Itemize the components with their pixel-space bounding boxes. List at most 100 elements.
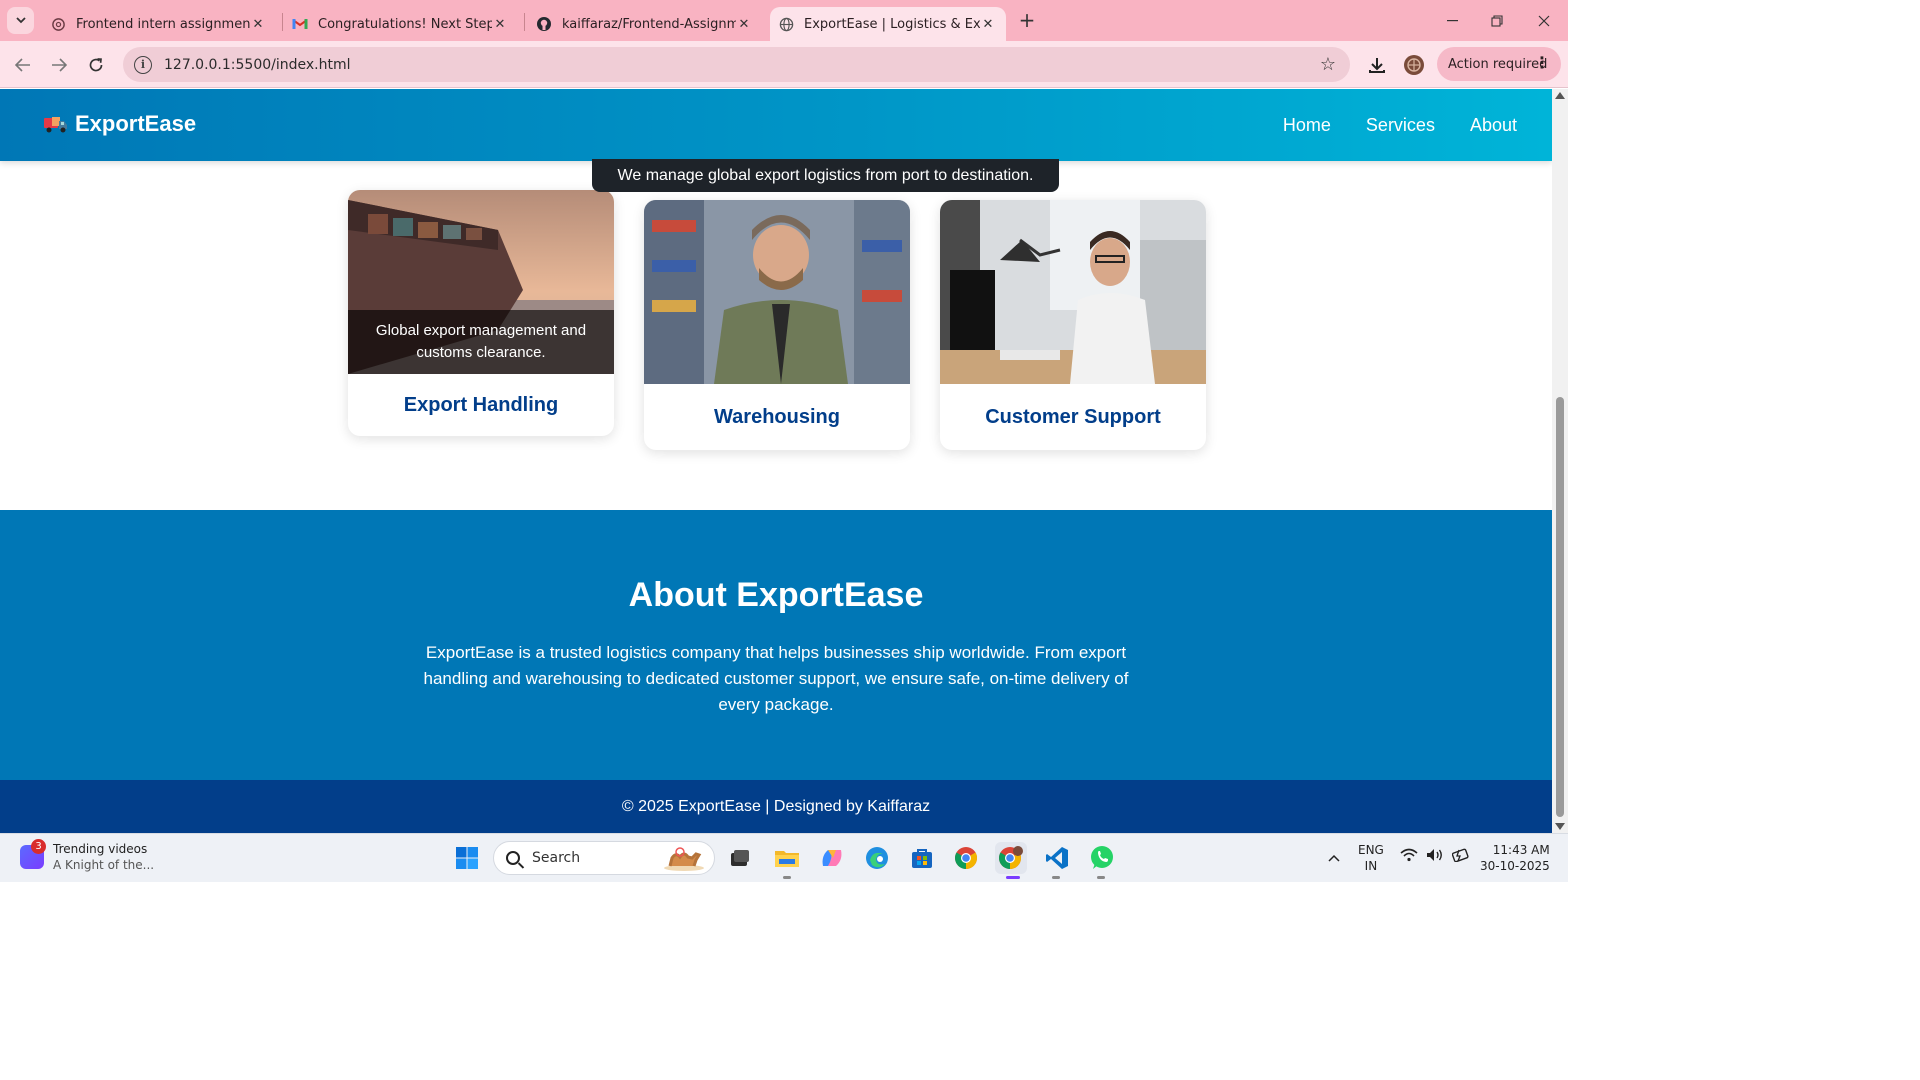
browser-tabstrip: Frontend intern assignment ✕ Congratulat… [0, 0, 1568, 41]
browser-toolbar: i 127.0.0.1:5500/index.html ☆ Action req… [0, 41, 1568, 88]
new-tab-button[interactable]: + [1016, 8, 1038, 32]
edge-icon [866, 847, 888, 869]
volume-icon [1427, 849, 1442, 861]
tab-frontend-intern[interactable]: Frontend intern assignment ✕ [44, 7, 276, 41]
chrome-profile-icon [999, 846, 1023, 869]
language-code: ENG [1358, 843, 1384, 857]
restore-button[interactable] [1474, 0, 1520, 41]
action-required-label: Action required [1448, 56, 1548, 72]
card-overlay-text: Global export management and customs cle… [348, 310, 614, 374]
running-indicator [1052, 876, 1060, 879]
close-window-button[interactable] [1521, 0, 1567, 41]
language-indicator[interactable]: ENG IN [1358, 842, 1384, 874]
active-indicator [1006, 876, 1020, 879]
service-card-export-handling[interactable]: Global export management and customs cle… [348, 190, 614, 436]
tab-separator [524, 13, 525, 31]
region-code: IN [1364, 859, 1378, 873]
whatsapp-icon [1091, 846, 1113, 869]
search-label: Search [532, 850, 581, 866]
cargo-ship-photo: Global export management and customs cle… [348, 190, 614, 374]
warehouse-worker-photo [644, 200, 910, 384]
profile-avatar-icon [1404, 55, 1424, 75]
forward-button[interactable] [45, 51, 73, 79]
show-hidden-icons-button[interactable] [1318, 842, 1350, 874]
wifi-icon [1400, 848, 1418, 862]
widget-title: Trending videos [53, 842, 148, 856]
address-bar[interactable]: i 127.0.0.1:5500/index.html ☆ [123, 47, 1350, 82]
page-scrollbar[interactable] [1552, 89, 1568, 833]
copilot-button[interactable] [816, 842, 848, 874]
github-icon [536, 16, 552, 32]
scroll-down-arrow-icon[interactable] [1555, 823, 1565, 830]
about-section: About ExportEase ExportEase is a trusted… [0, 510, 1552, 780]
url-text[interactable]: 127.0.0.1:5500/index.html [164, 57, 351, 73]
profile-button[interactable] [1400, 51, 1428, 79]
service-card-customer-support[interactable]: Customer Support [940, 200, 1206, 450]
download-icon [1369, 58, 1385, 73]
widgets-button[interactable]: 3 Trending videos A Knight of the... [20, 839, 155, 873]
tab-title: kaiffaraz/Frontend-Assignment [562, 16, 736, 32]
whatsapp-button[interactable] [1086, 842, 1118, 874]
action-required-button[interactable]: Action required ⋮ [1437, 47, 1561, 81]
system-tray[interactable] [1400, 848, 1470, 862]
chrome-icon [955, 847, 977, 869]
reload-icon [89, 58, 103, 72]
site-header: ExportEase Home Services About [0, 89, 1552, 161]
close-tab-icon[interactable]: ✕ [492, 16, 508, 32]
tab-gmail[interactable]: Congratulations! Next Step - Fr ✕ [286, 7, 518, 41]
nav-services-link[interactable]: Services [1366, 115, 1435, 136]
tab-title: ExportEase | Logistics & Export [804, 16, 980, 32]
windows-logo-icon [456, 847, 478, 869]
arrow-left-icon [15, 58, 30, 72]
nav-about-link[interactable]: About [1470, 115, 1517, 136]
widget-subtitle: A Knight of the... [53, 858, 155, 872]
chrome-button[interactable] [950, 842, 982, 874]
edge-button[interactable] [861, 842, 893, 874]
windows-taskbar: 3 Trending videos A Knight of the... Sea… [0, 833, 1568, 882]
reload-button[interactable] [82, 51, 110, 79]
kebab-menu-icon[interactable]: ⋮ [1534, 53, 1550, 72]
site-nav: Home Services About [1283, 115, 1552, 136]
vscode-button[interactable] [1041, 842, 1073, 874]
restore-icon [1491, 14, 1503, 27]
running-indicator [783, 876, 791, 879]
start-button[interactable] [451, 842, 483, 874]
tab-exportease[interactable]: ExportEase | Logistics & Export ✕ [770, 7, 1006, 41]
close-tab-icon[interactable]: ✕ [736, 16, 752, 32]
tab-search-button[interactable] [7, 7, 34, 34]
chevron-down-icon [15, 17, 26, 24]
site-footer: © 2025 ExportEase | Designed by Kaiffara… [0, 780, 1552, 833]
bookmark-star-icon[interactable]: ☆ [1320, 54, 1336, 75]
tab-github[interactable]: kaiffaraz/Frontend-Assignment ✕ [530, 7, 762, 41]
card-title: Customer Support [985, 405, 1161, 428]
arrow-right-icon [52, 58, 67, 72]
page-viewport: ExportEase Home Services About We manage… [0, 89, 1552, 833]
close-tab-icon[interactable]: ✕ [250, 16, 266, 32]
search-icon [506, 851, 520, 865]
task-view-button[interactable] [724, 842, 756, 874]
clock[interactable]: 11:43 AM 30-10-2025 [1480, 842, 1550, 874]
close-icon [1538, 15, 1550, 26]
file-explorer-button[interactable] [771, 842, 803, 874]
minimize-button[interactable] [1429, 0, 1475, 41]
nav-home-link[interactable]: Home [1283, 115, 1331, 136]
taskbar-search[interactable]: Search [493, 841, 715, 875]
logo-text: ExportEase [75, 111, 197, 136]
gmail-icon [292, 16, 308, 32]
site-logo[interactable]: ExportEase [44, 111, 196, 137]
folder-icon [775, 851, 799, 867]
copilot-icon [822, 850, 842, 866]
downloads-button[interactable] [1363, 51, 1391, 79]
store-button[interactable] [906, 842, 938, 874]
chrome-profile-button[interactable] [995, 842, 1027, 874]
card-title: Export Handling [403, 393, 559, 416]
chatgpt-icon [50, 16, 66, 32]
service-card-warehousing[interactable]: Warehousing [644, 200, 910, 450]
scroll-up-arrow-icon[interactable] [1555, 92, 1565, 99]
back-button[interactable] [9, 51, 37, 79]
site-info-icon[interactable]: i [134, 55, 152, 74]
scrollbar-thumb[interactable] [1556, 397, 1564, 817]
close-tab-icon[interactable]: ✕ [980, 16, 996, 32]
tab-title: Congratulations! Next Step - Fr [318, 16, 492, 32]
chevron-up-icon [1328, 854, 1340, 862]
